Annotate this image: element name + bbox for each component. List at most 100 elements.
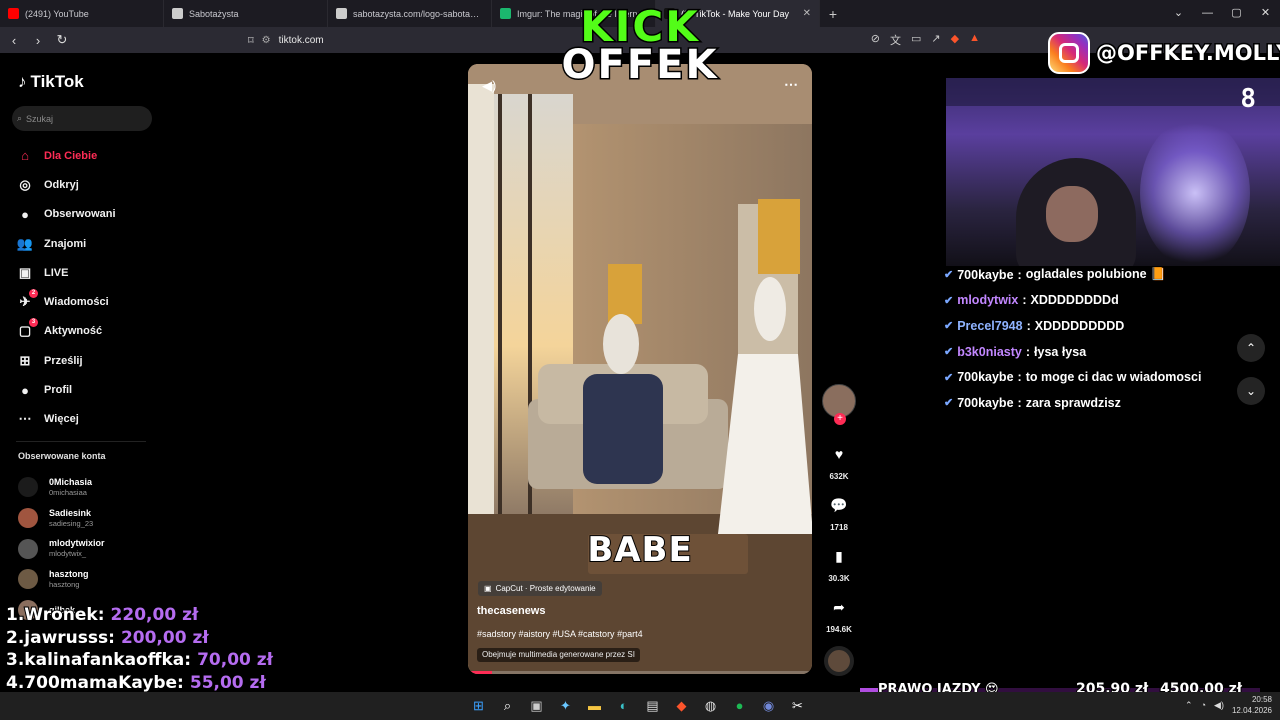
save-action[interactable]: ▮ 30.3K: [820, 540, 858, 584]
obs-icon[interactable]: ◍: [700, 695, 721, 716]
search-icon[interactable]: ⌕: [497, 695, 518, 716]
maximize-icon[interactable]: ▢: [1222, 0, 1251, 27]
video-progress-bar[interactable]: [468, 671, 812, 674]
nav-item-live[interactable]: ▣ LIVE: [16, 258, 156, 287]
tiktok-logo[interactable]: ♪ TikTok: [18, 72, 84, 92]
spotify-icon[interactable]: ●: [729, 695, 750, 716]
followed-account[interactable]: 0Michasia 0michasiaa: [18, 472, 158, 503]
music-disc-icon[interactable]: [824, 646, 854, 676]
volume-tray-icon[interactable]: ◀): [1214, 700, 1224, 711]
nav-item-more[interactable]: ⋯ Więcej: [16, 405, 156, 434]
back-icon[interactable]: ‹: [4, 33, 24, 48]
like-action[interactable]: ♥ 632K: [820, 438, 858, 481]
brave-rewards-icon[interactable]: ▲: [969, 32, 980, 48]
nav-item-messages[interactable]: ✈ 2 Wiadomości: [16, 287, 156, 316]
scroll-up-button[interactable]: ⌃: [1237, 334, 1265, 362]
minimize-icon[interactable]: —: [1193, 0, 1222, 27]
site-settings-icon[interactable]: ⚙: [262, 35, 271, 46]
nav-item-activity[interactable]: ▢ 3 Aktywność: [16, 317, 156, 346]
search-input[interactable]: ⌕ Szukaj: [12, 106, 152, 131]
tab-title: sabotazysta.com/logo-sabotazysta.s: [353, 8, 483, 19]
new-tab-button[interactable]: +: [820, 6, 846, 22]
share-arrow-icon[interactable]: ➦: [823, 591, 855, 623]
tab-youtube[interactable]: (2491) YouTube: [0, 0, 164, 27]
nav-item-friends[interactable]: 👥 Znajomi: [16, 229, 156, 258]
share-icon[interactable]: ↗: [931, 32, 940, 48]
close-tab-icon[interactable]: ✕: [803, 8, 811, 19]
chat-text: ogladales polubione 📙: [1025, 267, 1166, 282]
close-window-icon[interactable]: ✕: [1251, 0, 1280, 27]
clock[interactable]: 20:58 12.04.2026: [1232, 694, 1272, 716]
video-hashtags[interactable]: #sadstory #aistory #USA #catstory #part4: [477, 629, 643, 639]
creator-avatar[interactable]: +: [822, 384, 856, 425]
instagram-handle: @OFFKEY.MOLLY: [1094, 39, 1280, 66]
account-name: Sadiesink: [49, 507, 92, 518]
heart-icon[interactable]: ♥: [823, 438, 855, 470]
donor-name: 2.jawrusss:: [5, 627, 116, 649]
tab-sabotazysta[interactable]: Sabotażysta: [164, 0, 328, 27]
bookmark-icon[interactable]: ▮: [823, 540, 855, 572]
comment-icon[interactable]: 💬: [823, 489, 855, 521]
leaderboard-row: 4.700mamaKaybe: 55,00 zł: [5, 672, 267, 695]
followed-account[interactable]: hasztong hasztong: [18, 564, 158, 595]
chat-username: 700kaybe: [957, 267, 1014, 282]
messages-icon: ✈ 2: [16, 289, 38, 311]
edge-icon[interactable]: ◐: [613, 695, 634, 716]
chat-separator: :: [1025, 344, 1031, 359]
hide-media-icon[interactable]: ⊘: [871, 32, 880, 48]
translate-icon[interactable]: 文: [890, 32, 901, 48]
discord-icon[interactable]: ◉: [758, 695, 779, 716]
chat-separator: :: [1017, 370, 1022, 385]
reader-icon[interactable]: ▭: [911, 32, 921, 48]
account-handle: sadiesing_23: [49, 518, 94, 528]
capcut-icon: ▣: [484, 584, 492, 593]
start-icon[interactable]: ⊞: [468, 695, 489, 716]
reload-icon[interactable]: ↻: [52, 32, 72, 48]
file-explorer-icon[interactable]: ▬: [584, 695, 605, 716]
account-name: mlodytwixior: [49, 538, 105, 549]
nav-item-compass[interactable]: ◎ Odkryj: [16, 170, 156, 199]
notification-badge: 3: [29, 318, 38, 328]
chat-separator: :: [1017, 267, 1022, 282]
nav-item-upload[interactable]: ⊞ Prześlij: [16, 346, 156, 375]
comment-action[interactable]: 💬 1718: [820, 489, 858, 533]
tab-list-icon[interactable]: ⌄: [1164, 0, 1193, 27]
scroll-down-button[interactable]: ⌄: [1237, 377, 1265, 405]
more-options-icon[interactable]: ⋯: [784, 76, 798, 93]
nav-item-home[interactable]: ⌂ Dla Ciebie: [16, 141, 156, 170]
copilot-icon[interactable]: ✦: [555, 695, 576, 716]
store-icon[interactable]: ▤: [642, 695, 663, 716]
tab-sabotazysta-logo[interactable]: sabotazysta.com/logo-sabotazysta.s: [328, 0, 492, 27]
video-player[interactable]: ◀) ⋯ BABE ▣ CapCut · Proste edytowanie th…: [468, 64, 812, 674]
share-action[interactable]: ➦ 194.6K: [820, 591, 858, 635]
nav-item-following[interactable]: ● Obserwowani: [16, 200, 156, 229]
followed-account[interactable]: mlodytwixior mlodytwix_: [18, 533, 158, 564]
volume-icon[interactable]: ◀): [482, 78, 496, 94]
bookmark-icon[interactable]: ⌑: [248, 34, 254, 47]
brave-shields-icon[interactable]: ◆: [951, 32, 959, 48]
friends-icon: 👥: [16, 235, 34, 251]
tab-title: (2491) YouTube: [25, 8, 89, 19]
followed-account[interactable]: Sadiesink sadiesing_23: [18, 503, 158, 534]
account-name: 0Michasia: [49, 476, 93, 487]
task-view-icon[interactable]: ▣: [526, 695, 547, 716]
follow-plus-icon[interactable]: +: [834, 413, 846, 425]
donation-amount: 200,00 zł: [120, 627, 210, 649]
brave-taskbar-icon[interactable]: ◆: [671, 695, 692, 716]
forward-icon[interactable]: ›: [28, 33, 48, 48]
tab-title: Sabotażysta: [189, 8, 239, 19]
verified-icon: ✔: [944, 371, 954, 384]
nav-item-profile[interactable]: ● Profil: [16, 375, 156, 404]
capcut-badge[interactable]: ▣ CapCut · Proste edytowanie: [478, 581, 602, 596]
imgur-favicon-icon: [500, 8, 511, 19]
account-text: Sadiesink sadiesing_23: [49, 508, 93, 529]
capcut-taskbar-icon[interactable]: ✂: [787, 695, 808, 716]
verified-icon: ✔: [944, 397, 954, 410]
chat-message: ✔ b3k0niasty: łysa łysa: [944, 339, 1280, 365]
following-icon: ●: [21, 206, 29, 222]
chat-overlay: ✔ 700kaybe: ogladales polubione 📙 ✔ mlodytwi…: [944, 262, 1280, 416]
tray-overflow-icon[interactable]: ⌃: [1185, 700, 1193, 711]
nav-item-label: Profil: [44, 384, 73, 397]
video-author[interactable]: thecasenews: [477, 605, 545, 617]
network-icon[interactable]: ◔: [1201, 700, 1206, 710]
